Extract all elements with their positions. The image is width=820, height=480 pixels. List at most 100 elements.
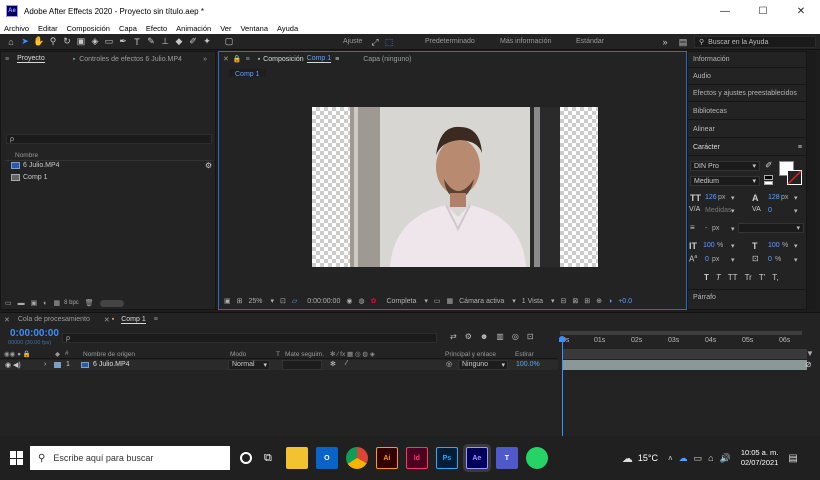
- frame-blending-icon[interactable]: ▥: [496, 332, 504, 341]
- home-icon[interactable]: ⌂: [4, 35, 18, 49]
- show-snapshot-icon[interactable]: ◍: [358, 297, 364, 305]
- camera-dropdown[interactable]: Cámara activa ▾: [459, 297, 516, 305]
- lock-tab-icon[interactable]: 🔒: [231, 52, 244, 66]
- snap-edges-icon[interactable]: ⬚: [382, 35, 396, 49]
- stroke-style-select[interactable]: ▾: [738, 223, 804, 233]
- font-family-select[interactable]: DIN Pro ▾: [690, 161, 760, 171]
- panel-overflow-icon[interactable]: »: [197, 52, 213, 66]
- section-alinear[interactable]: Alinear: [688, 121, 806, 138]
- rotate-tool-icon[interactable]: ↻: [60, 35, 74, 49]
- transparency-grid-icon[interactable]: ▦: [447, 297, 454, 305]
- menu-animacion[interactable]: Animación: [176, 24, 211, 33]
- illustrator-icon[interactable]: Ai: [375, 447, 398, 469]
- clock[interactable]: 10:05 a. m. 02/07/2021: [741, 448, 779, 468]
- pen-tool-icon[interactable]: ✒: [116, 35, 130, 49]
- motion-blur-icon[interactable]: ◎: [512, 332, 519, 341]
- column-stretch[interactable]: Estirar: [515, 351, 534, 358]
- onedrive-icon[interactable]: ☁: [679, 453, 688, 464]
- tab-cola-procesamiento[interactable]: Cola de procesamiento: [12, 313, 96, 327]
- chevron-down-icon[interactable]: ▾: [794, 194, 798, 202]
- chevron-down-icon[interactable]: ▾: [731, 207, 735, 215]
- layer-row[interactable]: ◉ ◀) › 1 6 Julio.MP4 Normal ▾ ✻ ⁄ ◎ Ning…: [0, 360, 558, 370]
- expand-arrow-icon[interactable]: ›: [44, 361, 46, 368]
- volume-icon[interactable]: 🔊: [720, 453, 731, 464]
- close-tab-icon[interactable]: ✕: [0, 313, 12, 327]
- project-search-input[interactable]: ρ: [6, 134, 212, 144]
- menu-composicion[interactable]: Composición: [67, 24, 110, 33]
- search-help-toggle-icon[interactable]: ▤: [676, 35, 690, 49]
- snap-option-icon[interactable]: ⤢: [368, 35, 382, 49]
- exposure-value[interactable]: +0.0: [618, 298, 632, 305]
- tsume-value[interactable]: 0: [768, 256, 772, 263]
- baseline-shift-value[interactable]: 0: [705, 256, 709, 263]
- composition-flowchart-icon[interactable]: ⇄: [450, 332, 457, 341]
- graph-editor-icon[interactable]: ⊡: [527, 332, 534, 341]
- roto-brush-tool-icon[interactable]: ✐: [186, 35, 200, 49]
- channel-icon[interactable]: ✿: [371, 297, 377, 305]
- adjust-label[interactable]: Ajuste: [343, 38, 362, 45]
- photoshop-icon[interactable]: Ps: [435, 447, 458, 469]
- help-search-input[interactable]: ⚲ Buscar en la Ayuda: [694, 36, 816, 48]
- after-effects-icon[interactable]: Ae: [465, 447, 488, 469]
- section-parrafo[interactable]: Párrafo: [693, 294, 716, 301]
- time-ruler[interactable]: 0s 01s 02s 03s 04s 05s 06s: [560, 336, 810, 348]
- flowchart-icon[interactable]: ⊕: [596, 297, 602, 305]
- white-swatch-icon[interactable]: [764, 181, 773, 185]
- tab-capa[interactable]: Capa (ninguno): [357, 52, 417, 66]
- color-depth-label[interactable]: 8 bpc: [64, 300, 79, 306]
- label-color-swatch[interactable]: [54, 362, 61, 368]
- video-visibility-icon[interactable]: ◉: [5, 361, 11, 369]
- notifications-icon[interactable]: ▤: [788, 453, 797, 464]
- column-matte[interactable]: Mate seguim.: [285, 351, 324, 358]
- close-tab-icon[interactable]: ✕: [219, 52, 231, 66]
- menu-ver[interactable]: Ver: [220, 24, 231, 33]
- section-efectos[interactable]: Efectos y ajustes preestablecidos: [688, 85, 806, 102]
- parent-dropdown[interactable]: Ninguno ▾: [458, 360, 508, 370]
- display-icon[interactable]: ▭: [694, 453, 703, 464]
- resolution-dropdown[interactable]: Completa ▾: [386, 297, 427, 305]
- draft-3d-icon[interactable]: ⚙: [465, 332, 472, 341]
- column-name-header[interactable]: Nombre: [15, 152, 38, 159]
- audio-icon[interactable]: ◀): [13, 361, 21, 369]
- horizontal-scale-value[interactable]: 100: [768, 242, 780, 249]
- vertical-scale-value[interactable]: 100: [703, 242, 715, 249]
- menu-archivo[interactable]: Archivo: [4, 24, 29, 33]
- layer-name[interactable]: 6 Julio.MP4: [93, 361, 130, 368]
- task-view-icon[interactable]: ⧉: [264, 452, 272, 465]
- outlook-icon[interactable]: O: [315, 447, 338, 469]
- subscript-button[interactable]: T,: [772, 273, 778, 282]
- leading-value[interactable]: 128: [768, 194, 780, 201]
- always-preview-icon[interactable]: ▣: [224, 297, 231, 305]
- chevron-down-icon[interactable]: ▾: [731, 242, 735, 250]
- stroke-width-value[interactable]: -: [705, 225, 707, 232]
- tab-menu-icon[interactable]: ≡: [335, 56, 339, 63]
- panel-menu-icon[interactable]: ≡: [244, 52, 252, 66]
- faux-bold-button[interactable]: T: [704, 273, 709, 282]
- eraser-tool-icon[interactable]: ◆: [172, 35, 186, 49]
- panel-menu-icon[interactable]: ≡: [798, 144, 802, 151]
- tab-controles-efectos[interactable]: ▪ Controles de efectos 6 Julio.MP4: [67, 52, 188, 66]
- font-style-select[interactable]: Medium ▾: [690, 176, 760, 186]
- quality-switch-icon[interactable]: ⁄: [346, 360, 347, 367]
- tab-composicion[interactable]: ▪ Composición Comp 1 ≡: [252, 52, 346, 66]
- chevron-down-icon[interactable]: ▾: [794, 256, 798, 264]
- menu-editar[interactable]: Editar: [38, 24, 58, 33]
- timeline-icon[interactable]: ⊞: [584, 297, 590, 305]
- exposure-icon[interactable]: ◑: [608, 298, 612, 305]
- mode-dropdown[interactable]: Normal ▾: [228, 360, 270, 370]
- temperature[interactable]: 15°C: [638, 453, 658, 463]
- region-icon[interactable]: ⊞: [237, 297, 243, 305]
- menu-capa[interactable]: Capa: [119, 24, 137, 33]
- network-icon[interactable]: ⌂: [708, 453, 713, 463]
- section-bibliotecas[interactable]: Bibliotecas: [688, 103, 806, 120]
- small-caps-button[interactable]: Tr: [745, 273, 752, 282]
- color-depth-icon[interactable]: ▦: [53, 299, 60, 307]
- chevron-down-icon[interactable]: ▾: [731, 256, 735, 264]
- list-item[interactable]: Comp 1: [11, 174, 48, 181]
- workspace-overflow-icon[interactable]: »: [658, 35, 672, 49]
- panel-menu-icon[interactable]: ≡: [1, 52, 11, 66]
- tray-overflow-icon[interactable]: ˄: [668, 454, 673, 463]
- chevron-down-icon[interactable]: ▾: [731, 194, 735, 202]
- menu-ventana[interactable]: Ventana: [240, 24, 268, 33]
- puppet-pin-tool-icon[interactable]: ✦: [200, 35, 214, 49]
